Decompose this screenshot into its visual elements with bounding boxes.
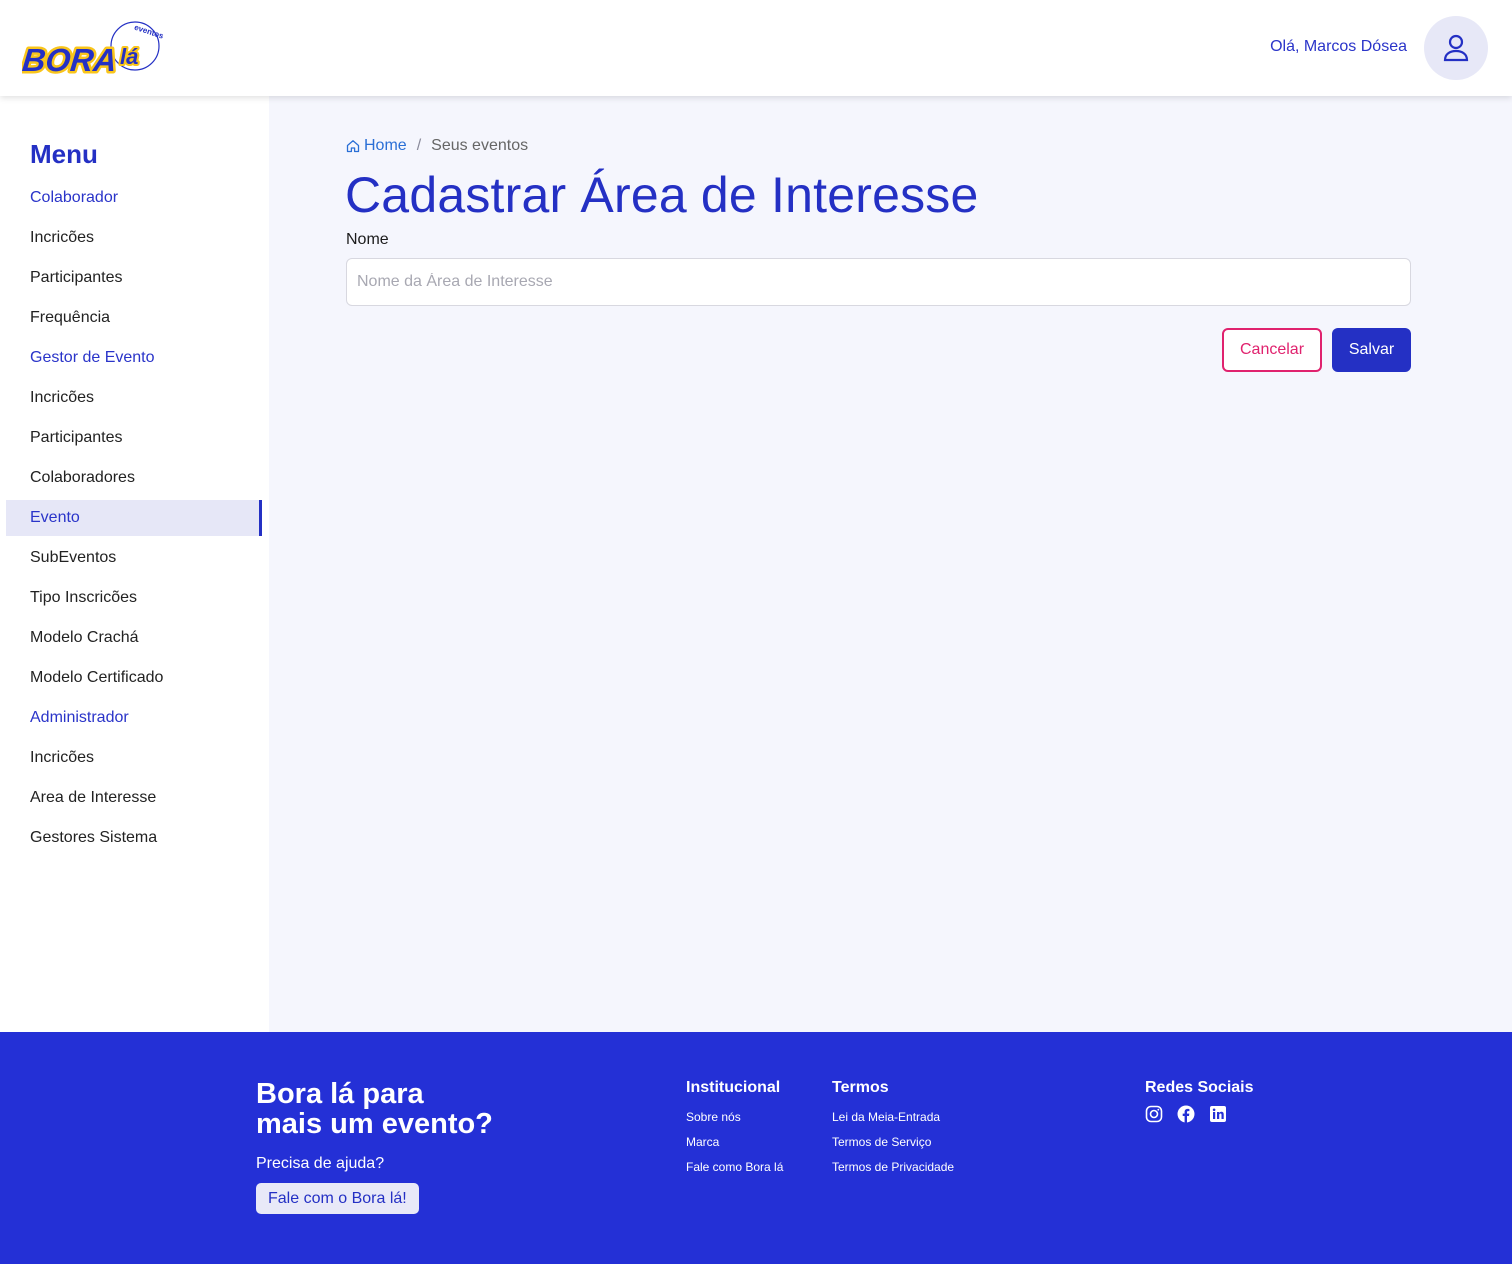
bora-la-logo[interactable]: eventos BORA BORA lá lá (18, 18, 165, 80)
footer-social: Redes Sociais (1145, 1079, 1254, 1123)
breadcrumb: Home / Seus eventos (346, 137, 528, 155)
sidebar-item-incricoes[interactable]: Incricões (6, 740, 262, 780)
cancel-button[interactable]: Cancelar (1222, 328, 1322, 372)
footer-tagline-line2: mais um evento? (256, 1108, 493, 1140)
footer-termos: Termos Lei da Meia-Entrada Termos de Ser… (832, 1079, 954, 1180)
footer-social-title: Redes Sociais (1145, 1079, 1254, 1096)
breadcrumb-current: Seus eventos (431, 137, 529, 154)
svg-text:lá: lá (120, 44, 138, 69)
footer: Bora lá para mais um evento? Precisa de … (0, 1032, 1512, 1264)
user-icon (1443, 34, 1469, 62)
sidebar-item-modelo-cracha[interactable]: Modelo Crachá (6, 620, 262, 660)
sidebar-item-incricoes[interactable]: Incricões (6, 380, 262, 420)
page-title: Cadastrar Área de Interesse (345, 167, 979, 223)
sidebar-menu: Colaborador Incricões Participantes Frequên… (6, 180, 262, 860)
svg-text:BORA: BORA (22, 42, 119, 78)
sidebar-item-subeventos[interactable]: SubEventos (6, 540, 262, 580)
footer-tagline-line1: Bora lá para (256, 1078, 424, 1110)
name-label: Nome (346, 231, 389, 248)
footer-link-privacidade[interactable]: Termos de Privacidade (832, 1155, 954, 1180)
contact-bora-la-button[interactable]: Fale com o Bora lá! (256, 1183, 419, 1214)
facebook-icon[interactable] (1177, 1105, 1195, 1123)
footer-institucional: Institucional Sobre nós Marca Fale como … (686, 1079, 783, 1180)
sidebar-item-incricoes[interactable]: Incricões (6, 220, 262, 260)
sidebar-item-colaboradores[interactable]: Colaboradores (6, 460, 262, 500)
user-greeting: Olá, Marcos Dósea (1270, 38, 1407, 55)
sidebar-section-administrador: Administrador (30, 709, 129, 726)
sidebar-item-participantes[interactable]: Participantes (6, 420, 262, 460)
sidebar-item-area-de-interesse[interactable]: Area de Interesse (6, 780, 262, 820)
breadcrumb-home-link[interactable]: Home (346, 137, 407, 155)
breadcrumb-home-label: Home (364, 137, 407, 154)
footer-link-sobre[interactable]: Sobre nós (686, 1105, 783, 1130)
footer-termos-title: Termos (832, 1079, 889, 1096)
home-icon (346, 139, 360, 153)
top-header: eventos BORA BORA lá lá Olá, Marcos Dóse… (0, 0, 1512, 96)
main-content: Home / Seus eventos Cadastrar Área de In… (269, 96, 1512, 1032)
breadcrumb-separator: / (416, 137, 422, 154)
sidebar-item-evento[interactable]: Evento (6, 500, 262, 536)
sidebar-item-modelo-certificado[interactable]: Modelo Certificado (6, 660, 262, 700)
sidebar-section-gestor-de-evento: Gestor de Evento (30, 349, 155, 366)
sidebar-section-colaborador: Colaborador (30, 189, 119, 206)
sidebar-item-participantes[interactable]: Participantes (6, 260, 262, 300)
sidebar-item-frequencia[interactable]: Frequência (6, 300, 262, 340)
footer-link-meia-entrada[interactable]: Lei da Meia-Entrada (832, 1105, 954, 1130)
footer-help-text: Precisa de ajuda? (256, 1155, 385, 1172)
footer-institucional-title: Institucional (686, 1079, 781, 1096)
save-button[interactable]: Salvar (1332, 328, 1411, 372)
footer-tagline: Bora lá para mais um evento? (256, 1079, 493, 1139)
instagram-icon[interactable] (1145, 1105, 1163, 1123)
footer-link-termos-servico[interactable]: Termos de Serviço (832, 1130, 954, 1155)
sidebar-item-tipo-inscricoes[interactable]: Tipo Inscricões (6, 580, 262, 620)
sidebar-item-gestores-sistema[interactable]: Gestores Sistema (6, 820, 262, 860)
sidebar: Menu Colaborador Incricões Participantes Fr… (0, 96, 269, 1032)
linkedin-icon[interactable] (1209, 1105, 1227, 1123)
footer-link-marca[interactable]: Marca (686, 1130, 783, 1155)
area-name-input[interactable] (346, 258, 1411, 306)
svg-text:eventos: eventos (133, 23, 164, 41)
footer-link-fale[interactable]: Fale como Bora lá (686, 1155, 783, 1180)
user-avatar-button[interactable] (1424, 16, 1488, 80)
menu-title: Menu (30, 139, 98, 169)
